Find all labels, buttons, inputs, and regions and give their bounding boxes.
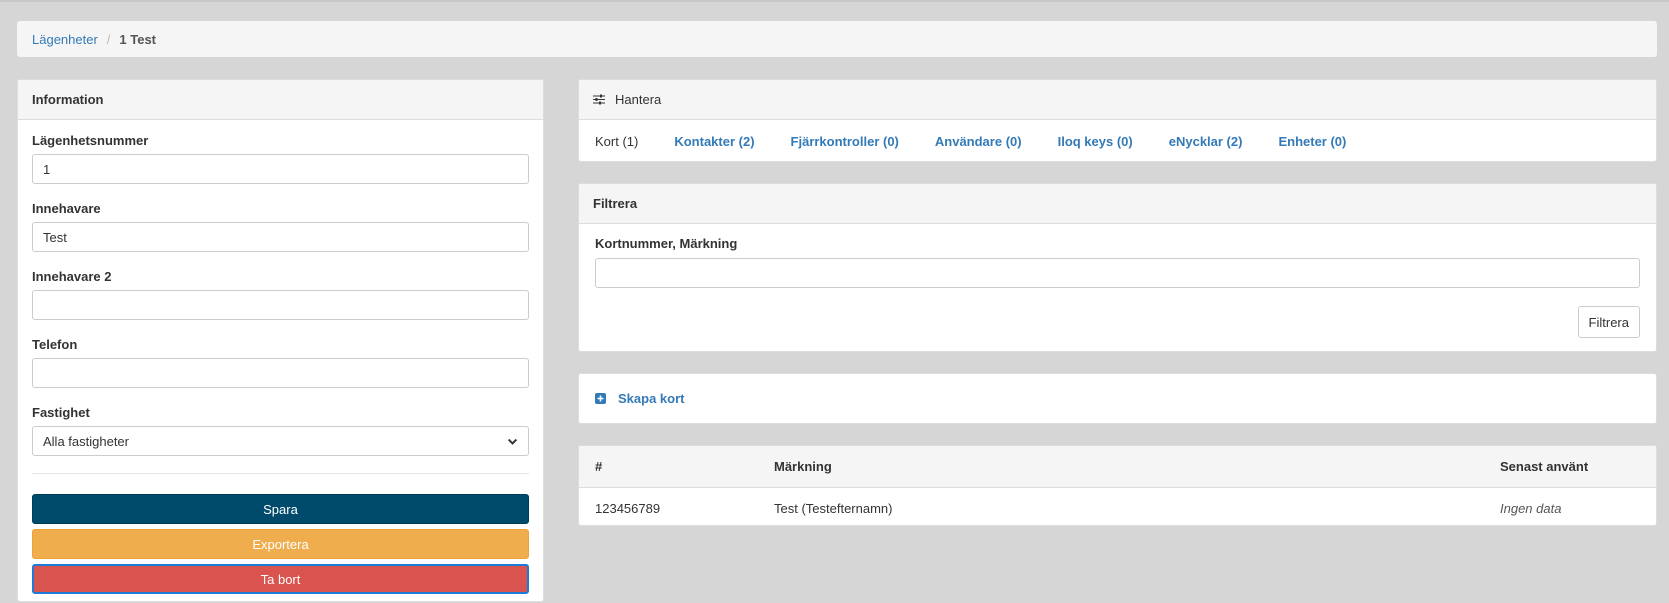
tab-cards[interactable]: Kort (1) (595, 134, 638, 149)
table-row[interactable]: 123456789 Test (Testefternamn) Ingen dat… (579, 488, 1656, 525)
apartment-number-input[interactable]: 1 (32, 154, 529, 184)
filter-input[interactable] (595, 258, 1640, 288)
property-select-value: Alla fastigheter (43, 433, 129, 449)
tab-enycklar[interactable]: eNycklar (2) (1169, 134, 1243, 149)
owner-input[interactable]: Test (32, 222, 529, 252)
property-group: Fastighet Alla fastigheter (32, 405, 529, 456)
tab-users[interactable]: Användare (0) (935, 134, 1022, 149)
property-label: Fastighet (32, 405, 90, 420)
form-divider (32, 473, 529, 474)
filter-button[interactable]: Filtrera (1577, 306, 1640, 338)
column-header-last-used[interactable]: Senast använt (1500, 446, 1588, 487)
tab-contacts[interactable]: Kontakter (2) (674, 134, 754, 149)
tab-remote-controls[interactable]: Fjärrkontroller (0) (791, 134, 899, 149)
owner2-input[interactable] (32, 290, 529, 320)
breadcrumb-separator: / (106, 31, 111, 47)
tab-iloq-keys[interactable]: Iloq keys (0) (1058, 134, 1133, 149)
filter-panel: Filtrera Kortnummer, Märkning Filtrera (578, 183, 1657, 352)
table-header-row: # Märkning Senast använt (579, 446, 1656, 488)
phone-label: Telefon (32, 337, 78, 352)
owner2-group: Innehavare 2 (32, 269, 529, 320)
cell-card-number: 123456789 (595, 500, 661, 516)
breadcrumb: Lägenheter / 1 Test (17, 21, 1657, 57)
owner2-label: Innehavare 2 (32, 269, 112, 284)
manage-panel-title: Hantera (615, 92, 662, 107)
cell-marking: Test (Testefternamn) (774, 500, 893, 516)
information-panel: Information Lägenhetsnummer 1 Innehavare… (17, 79, 544, 602)
information-panel-title: Information (18, 80, 543, 120)
export-button[interactable]: Exportera (32, 529, 529, 559)
plus-square-icon[interactable] (595, 393, 606, 404)
create-card-link[interactable]: Skapa kort (618, 391, 684, 406)
filter-field-label: Kortnummer, Märkning (595, 236, 738, 251)
top-strip (0, 0, 1669, 2)
tab-devices[interactable]: Enheter (0) (1278, 134, 1346, 149)
apartment-number-group: Lägenhetsnummer 1 (32, 133, 529, 184)
property-select[interactable]: Alla fastigheter (32, 426, 529, 456)
cell-last-used: Ingen data (1500, 500, 1562, 516)
owner-group: Innehavare Test (32, 201, 529, 252)
save-button[interactable]: Spara (32, 494, 529, 524)
breadcrumb-current: 1 Test (119, 31, 157, 47)
column-header-number[interactable]: # (595, 446, 602, 487)
manage-panel-header: Hantera (579, 80, 1656, 120)
filter-panel-title: Filtrera (579, 184, 1656, 224)
owner-label: Innehavare (32, 201, 101, 216)
create-card-panel: Skapa kort (578, 373, 1657, 424)
apartment-number-label: Lägenhetsnummer (32, 133, 149, 148)
delete-button[interactable]: Ta bort (32, 564, 529, 594)
manage-tabs: Kort (1) Kontakter (2) Fjärrkontroller (… (579, 120, 1656, 161)
column-header-marking[interactable]: Märkning (774, 446, 832, 487)
phone-input[interactable] (32, 358, 529, 388)
breadcrumb-link-apartments[interactable]: Lägenheter (32, 32, 98, 47)
sliders-icon (593, 94, 605, 105)
manage-panel: Hantera Kort (1) Kontakter (2) Fjärrkont… (578, 79, 1657, 162)
chevron-down-icon (507, 438, 518, 445)
cards-table: # Märkning Senast använt 123456789 Test … (578, 445, 1657, 526)
phone-group: Telefon (32, 337, 529, 388)
